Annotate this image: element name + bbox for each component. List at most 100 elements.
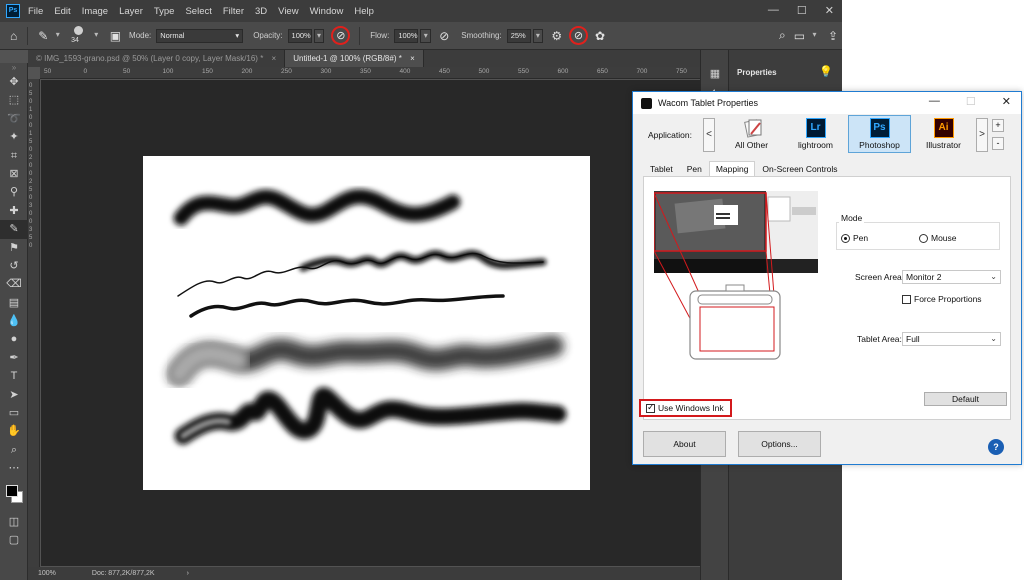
workspace-chevron-icon[interactable]: ▾ xyxy=(809,29,820,43)
close-button[interactable]: ✕ xyxy=(1002,95,1011,108)
close-icon[interactable]: × xyxy=(410,54,415,63)
status-menu-arrow[interactable]: › xyxy=(187,570,189,577)
blur-tool-icon[interactable]: 💧 xyxy=(0,312,28,330)
tab-on-screen-controls[interactable]: On-Screen Controls xyxy=(755,161,844,176)
close-button[interactable]: ✕ xyxy=(825,4,834,17)
clone-stamp-tool-icon[interactable]: ⚑ xyxy=(0,239,28,257)
menu-3d[interactable]: 3D xyxy=(255,6,267,17)
app-prev-button[interactable]: < xyxy=(703,118,715,152)
marquee-tool-icon[interactable]: ⬚ xyxy=(0,91,28,109)
pressure-opacity-icon[interactable]: ⊘ xyxy=(331,26,351,45)
opacity-input[interactable]: 100% xyxy=(287,28,312,43)
properties-panel-title[interactable]: Properties xyxy=(737,68,777,77)
smoothing-chevron-icon[interactable]: ▾ xyxy=(532,28,544,43)
gear-icon[interactable]: ⚙ xyxy=(551,29,562,43)
more-tools-icon[interactable]: ⋯ xyxy=(0,459,28,477)
app-next-button[interactable]: > xyxy=(976,118,988,152)
symmetry-icon[interactable]: ✿ xyxy=(595,29,605,43)
layers-panel-icon[interactable]: ▦ xyxy=(701,65,729,83)
brush-tool-icon[interactable]: ✎ xyxy=(38,29,48,43)
pen-tool-icon[interactable]: ✒ xyxy=(0,349,28,367)
use-windows-ink-checkbox[interactable]: Use Windows Ink xyxy=(639,399,732,417)
remove-app-button[interactable]: - xyxy=(992,137,1004,150)
foreground-color-swatch[interactable] xyxy=(6,485,18,497)
app-photoshop[interactable]: Ps Photoshop xyxy=(848,115,911,153)
brush-settings-icon[interactable]: ▣ xyxy=(110,29,121,43)
screen-area-select[interactable]: Monitor 2 ⌄ xyxy=(902,270,1001,284)
home-icon[interactable]: ⌂ xyxy=(10,29,17,43)
share-icon[interactable]: ⇪ xyxy=(828,29,838,43)
lasso-tool-icon[interactable]: ➰ xyxy=(0,110,28,128)
lightbulb-icon[interactable]: 💡 xyxy=(819,65,833,78)
tab-pen[interactable]: Pen xyxy=(680,161,709,176)
menu-type[interactable]: Type xyxy=(154,6,175,17)
tab-tablet[interactable]: Tablet xyxy=(643,161,680,176)
options-button[interactable]: Options... xyxy=(738,431,821,457)
mouse-mode-radio[interactable]: Mouse xyxy=(919,233,957,243)
eraser-tool-icon[interactable]: ⌫ xyxy=(0,275,28,293)
mode-value: Normal xyxy=(160,30,185,40)
crop-tool-icon[interactable]: ⌗ xyxy=(0,147,28,165)
path-select-tool-icon[interactable]: ➤ xyxy=(0,386,28,404)
tab-untitled-1[interactable]: Untitled-1 @ 100% (RGB/8#) * × xyxy=(285,50,424,67)
ruler-tick-label: 450 xyxy=(439,68,450,75)
help-icon[interactable]: ? xyxy=(988,439,1004,455)
airbrush-icon[interactable]: ⊘ xyxy=(439,29,449,43)
minimize-button[interactable]: — xyxy=(768,4,779,17)
brush-preset-chevron-icon[interactable]: ▾ xyxy=(91,29,102,43)
menu-window[interactable]: Window xyxy=(310,6,344,17)
hand-tool-icon[interactable]: ✋ xyxy=(0,422,28,440)
menu-view[interactable]: View xyxy=(278,6,298,17)
about-button[interactable]: About xyxy=(643,431,726,457)
mode-select[interactable]: Normal ▾ xyxy=(156,28,244,43)
add-app-button[interactable]: + xyxy=(992,119,1004,132)
tool-preset-chevron-icon[interactable]: ▾ xyxy=(52,29,63,43)
shape-tool-icon[interactable]: ▭ xyxy=(0,404,28,422)
zoom-level[interactable]: 100% xyxy=(38,570,56,577)
gradient-tool-icon[interactable]: ▤ xyxy=(0,294,28,312)
move-tool-icon[interactable]: ✥ xyxy=(0,73,28,91)
tab-mapping[interactable]: Mapping xyxy=(708,161,756,176)
type-tool-icon[interactable]: T xyxy=(0,367,28,385)
maximize-button[interactable]: ☐ xyxy=(797,4,807,17)
default-button[interactable]: Default xyxy=(924,392,1007,406)
menu-file[interactable]: File xyxy=(28,6,43,17)
opacity-label: Opacity: xyxy=(253,31,283,40)
app-illustrator[interactable]: Ai Illustrator xyxy=(912,115,975,153)
menu-layer[interactable]: Layer xyxy=(119,6,143,17)
tablet-area-select[interactable]: Full ⌄ xyxy=(902,332,1001,346)
brush-tool-icon[interactable]: ✎ xyxy=(0,220,28,239)
collapse-icon[interactable]: » xyxy=(0,63,28,73)
eyedropper-tool-icon[interactable]: ⚲ xyxy=(0,183,28,201)
menu-select[interactable]: Select xyxy=(185,6,211,17)
dialog-window-controls: — ☐ ✕ xyxy=(929,95,1011,108)
pressure-size-icon[interactable]: ⊘ xyxy=(569,26,588,45)
screen-mode-icon[interactable]: ▢ xyxy=(0,531,28,549)
healing-brush-tool-icon[interactable]: ✚ xyxy=(0,202,28,220)
quick-select-tool-icon[interactable]: ✦ xyxy=(0,128,28,146)
flow-input[interactable]: 100% xyxy=(394,28,419,43)
smoothing-input[interactable]: 25% xyxy=(506,28,531,43)
menu-help[interactable]: Help xyxy=(354,6,374,17)
close-icon[interactable]: × xyxy=(272,54,277,63)
force-proportions-checkbox[interactable]: Force Proportions xyxy=(902,294,982,305)
menu-filter[interactable]: Filter xyxy=(223,6,244,17)
minimize-button[interactable]: — xyxy=(929,95,940,108)
quick-mask-icon[interactable]: ◫ xyxy=(0,513,28,531)
flow-chevron-icon[interactable]: ▾ xyxy=(420,28,432,43)
app-all-other[interactable]: All Other xyxy=(720,115,783,153)
menu-edit[interactable]: Edit xyxy=(54,6,70,17)
zoom-tool-icon[interactable]: ⌕ xyxy=(0,441,28,459)
frame-tool-icon[interactable]: ⊠ xyxy=(0,165,28,183)
document-canvas[interactable] xyxy=(143,156,590,490)
dodge-tool-icon[interactable]: ● xyxy=(0,330,28,348)
tab-img-1593[interactable]: © IMG_1593-grano.psd @ 50% (Layer 0 copy… xyxy=(28,50,286,67)
menu-image[interactable]: Image xyxy=(82,6,108,17)
brush-preset-picker[interactable]: 34 xyxy=(67,23,91,49)
opacity-chevron-icon[interactable]: ▾ xyxy=(313,28,325,43)
history-brush-tool-icon[interactable]: ↺ xyxy=(0,257,28,275)
search-icon[interactable]: ⌕ xyxy=(779,28,786,43)
workspace-icon[interactable]: ▭ xyxy=(794,29,805,43)
app-lightroom[interactable]: Lr lightroom xyxy=(784,115,847,153)
pen-mode-radio[interactable]: Pen xyxy=(841,233,868,243)
